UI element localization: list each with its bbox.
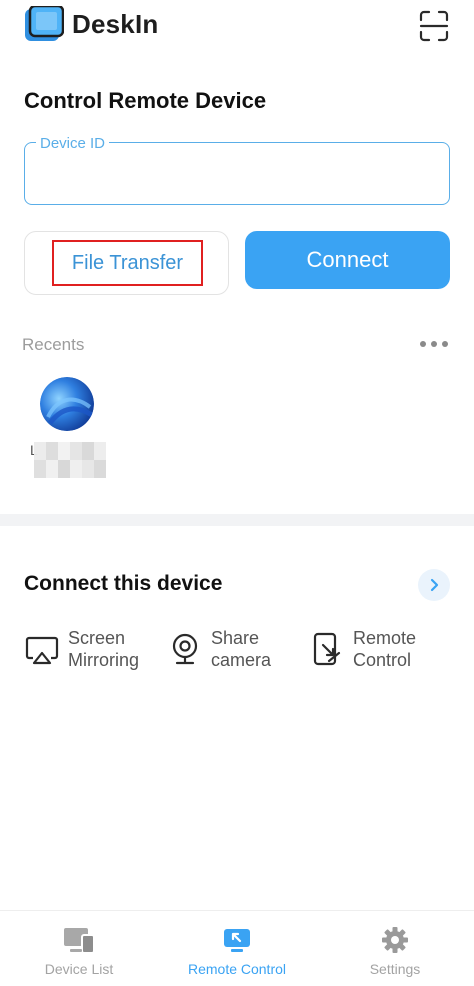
- feature-line2: Mirroring: [68, 650, 140, 670]
- feature-line1: Remote: [353, 628, 417, 648]
- section-divider: [0, 514, 474, 526]
- remote-control-option[interactable]: Remote Control: [309, 627, 449, 675]
- more-icon[interactable]: [420, 336, 448, 352]
- scan-icon[interactable]: [416, 8, 452, 44]
- recents-label: Recents: [22, 335, 85, 354]
- connect-section-title: Connect this device: [24, 572, 223, 595]
- nav-remote-control[interactable]: Remote Control: [158, 911, 316, 986]
- bottom-navigation: Device List Remote Control Settings: [0, 910, 474, 986]
- device-id-input[interactable]: [36, 160, 436, 192]
- camera-icon: [172, 633, 198, 665]
- nav-label: Device List: [44, 961, 114, 977]
- feature-line1: Share: [211, 628, 260, 648]
- device-id-label: Device ID: [36, 135, 110, 152]
- nav-settings[interactable]: Settings: [316, 911, 474, 986]
- nav-label: Remote Control: [187, 961, 287, 977]
- app-name: DeskIn: [72, 9, 159, 39]
- connect-button[interactable]: Connect: [245, 231, 450, 289]
- nav-device-list[interactable]: Device List: [0, 911, 158, 986]
- nav-label: Settings: [369, 961, 421, 977]
- recent-device-item[interactable]: L: [28, 374, 118, 484]
- screen-mirroring-icon: [25, 636, 59, 665]
- feature-line2: Control: [353, 650, 412, 670]
- feature-line1: Screen: [68, 628, 126, 648]
- app-header: DeskIn: [0, 0, 474, 52]
- screen-mirroring-option[interactable]: Screen Mirroring: [24, 627, 154, 675]
- device-avatar: [40, 377, 94, 431]
- deskin-logo-icon: [25, 6, 64, 41]
- redacted-name-mask: [34, 442, 106, 478]
- remote-control-icon: [313, 632, 341, 666]
- file-transfer-label[interactable]: File Transfer: [52, 240, 203, 286]
- share-camera-option[interactable]: Share camera: [167, 627, 297, 675]
- gear-icon: [382, 927, 408, 953]
- device-list-icon: [64, 928, 95, 954]
- chevron-right-icon[interactable]: [418, 569, 450, 601]
- remote-control-icon: [224, 929, 250, 952]
- page-title: Control Remote Device: [24, 88, 267, 113]
- feature-line2: camera: [211, 650, 272, 670]
